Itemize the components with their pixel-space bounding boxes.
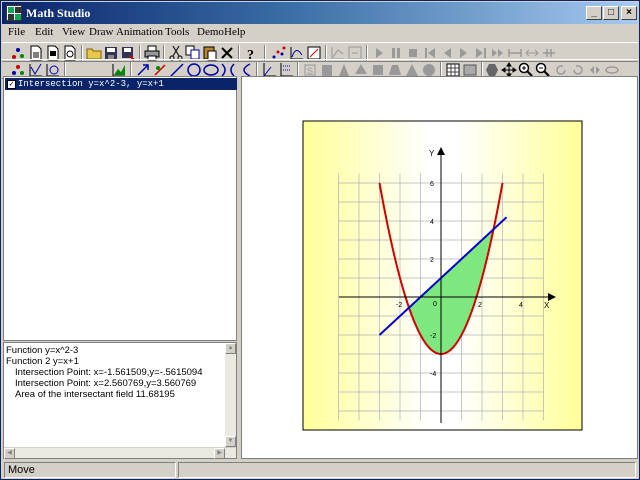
y-axis-label: Y [429,149,435,158]
graph-svg[interactable]: X Y 0 -2 2 4 6 4 2 -2 -4 [242,77,637,458]
info-line-function2: Function 2 y=x+1 [6,356,79,367]
menu-demo[interactable]: Demo [197,26,224,38]
drawing-canvas[interactable]: X Y 0 -2 2 4 6 4 2 -2 -4 [241,76,638,459]
info-line-intersection2: Intersection Point: x=2.560769,y=3.56076… [15,378,197,389]
status-bar: Move [2,461,638,479]
window-title: Math Studio [26,6,91,20]
close-button[interactable]: × [621,6,637,20]
y-tick-label: 2 [430,257,434,264]
menu-bar: File Edit View Draw Animation Tools Demo… [2,24,638,42]
info-panel[interactable]: Function y=x^2-3 Function 2 y=x+1 Inters… [3,342,237,459]
item-checkbox[interactable]: ✓ [7,80,16,89]
scroll-right-button[interactable]: ▶ [214,448,225,459]
minimize-button[interactable]: _ [586,6,602,20]
x-tick-label: 2 [478,302,482,309]
menu-tools[interactable]: Tools [165,26,189,38]
scroll-down-button[interactable]: ▼ [225,436,236,447]
info-line-function1: Function y=x^2-3 [6,345,79,356]
status-text: Move [4,462,176,478]
list-item-label: Intersection y=x^2-3, y=x+1 [18,79,164,89]
x-tick-label: 4 [519,302,523,309]
info-line-intersection1: Intersection Point: x=-1.561509,y=-.5615… [15,367,203,378]
y-tick-label: -2 [430,333,436,340]
object-list-panel[interactable]: ✓ Intersection y=x^2-3, y=x+1 [3,76,237,341]
title-bar[interactable]: Math Studio _ □ × [2,2,638,24]
main-window: Math Studio _ □ × File Edit View Draw An… [0,0,640,480]
status-pane-empty [178,462,636,478]
app-icon[interactable] [6,5,22,21]
svg-text:S: S [307,66,313,76]
y-tick-label: 6 [430,181,434,188]
list-item-intersection[interactable]: ✓ Intersection y=x^2-3, y=x+1 [5,78,237,90]
x-axis-label: X [544,301,550,310]
origin-label: 0 [433,301,437,308]
info-horizontal-scrollbar[interactable]: ◀ ▶ [4,447,236,459]
menu-view[interactable]: View [62,26,85,38]
menu-file[interactable]: File [8,26,25,38]
y-tick-label: 4 [430,219,434,226]
x-tick-label: -2 [396,302,402,309]
info-line-area: Area of the intersectant field 11.68195 [15,389,175,400]
y-tick-label: -4 [430,371,436,378]
menu-help[interactable]: Help [224,26,245,38]
maximize-button[interactable]: □ [603,6,619,20]
info-vertical-scrollbar[interactable]: ▲ ▼ [225,343,236,447]
menu-draw[interactable]: Draw [89,26,113,38]
menu-animation[interactable]: Animation [116,26,163,38]
menu-edit[interactable]: Edit [35,26,53,38]
scroll-up-button[interactable]: ▲ [225,343,236,354]
scroll-left-button[interactable]: ◀ [4,448,15,459]
